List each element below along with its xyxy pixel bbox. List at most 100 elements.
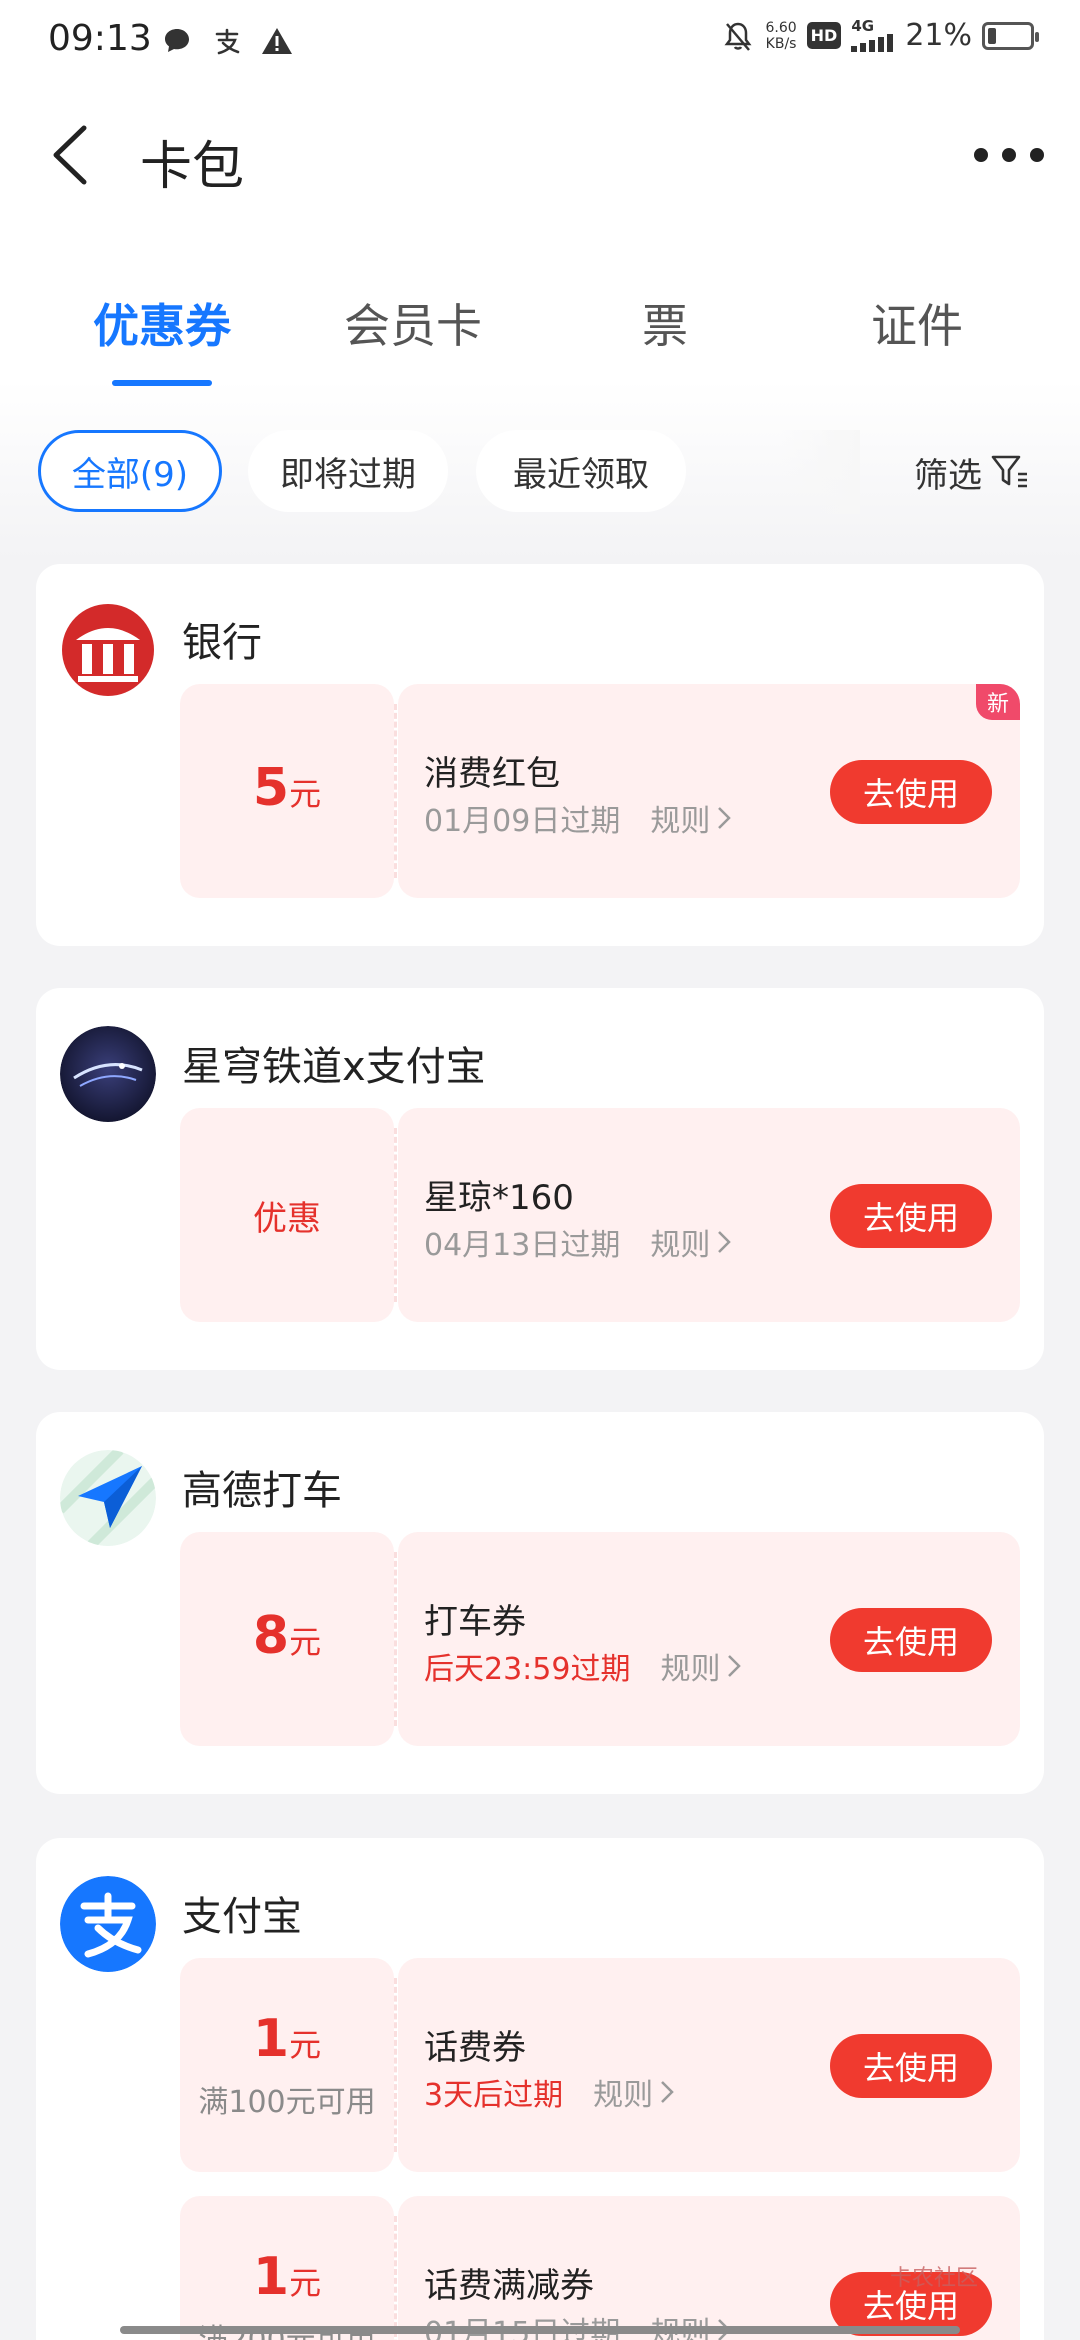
rules-link[interactable]: 规则: [660, 1644, 742, 1688]
watermark: 卡农社区: [890, 2266, 979, 2291]
coupon-amount-unit: 元: [289, 1623, 322, 1661]
filter-funnel-icon: [991, 455, 1027, 488]
coupon-name: 话费券: [424, 2028, 526, 2068]
filter-chip-recent[interactable]: 最近领取: [476, 430, 686, 512]
coupon-amount-value: 5: [252, 758, 290, 818]
more-button[interactable]: [974, 130, 1044, 180]
coupon-divider: [394, 704, 397, 878]
filter-fade: [780, 430, 860, 514]
net-speed-value: 6.60: [765, 19, 797, 36]
header: 卡包: [0, 110, 1080, 200]
coupon-amount-text: 优惠: [253, 1198, 321, 1239]
chevron-left-icon: [53, 125, 87, 185]
rules-link[interactable]: 规则: [650, 796, 732, 840]
coupon-name: 打车券: [424, 1602, 526, 1642]
merchant-card-bank: 银行 5元 消费红包 01月09日过期 规则 去使用 新: [36, 564, 1044, 946]
coupon-name: 星琼*160: [424, 1178, 574, 1218]
more-dot: [1002, 148, 1016, 162]
use-button[interactable]: 去使用: [830, 1184, 992, 1248]
coupon-divider: [394, 2216, 397, 2340]
coupon-value-panel: 8元: [180, 1532, 394, 1746]
bell-muted-icon: [721, 19, 755, 53]
merchant-name: 银行: [182, 620, 262, 666]
coupon-amount: 5元: [253, 758, 321, 824]
tab-documents[interactable]: 证件: [871, 290, 963, 356]
chevron-right-icon: [718, 807, 732, 829]
chevron-right-icon: [718, 1231, 732, 1253]
new-badge: 新: [976, 684, 1020, 720]
hd-badge: HD: [806, 22, 842, 49]
use-button[interactable]: 去使用: [830, 2034, 992, 2098]
coupon-item[interactable]: 1元 满100元可用 话费券 3天后过期 规则 去使用: [180, 1958, 1020, 2172]
merchant-card-star-rail: 星穹铁道x支付宝 优惠 星琼*160 04月13日过期 规则 去使用: [36, 988, 1044, 1370]
status-bar: 09:13 6.60 KB/s HD 4G 21%: [0, 0, 1080, 84]
net-speed-unit: KB/s: [765, 35, 797, 52]
coupon-detail-panel: 消费红包 01月09日过期 规则 去使用 新: [398, 684, 1020, 898]
coupon-min-spend: 满100元可用: [198, 2085, 376, 2120]
filter-chip-expiring[interactable]: 即将过期: [248, 430, 448, 512]
coupon-item[interactable]: 5元 消费红包 01月09日过期 规则 去使用 新: [180, 684, 1020, 898]
battery-icon: [982, 21, 1039, 50]
rules-label: 规则: [650, 804, 711, 839]
battery-percent: 21%: [905, 18, 972, 53]
rules-label: 规则: [593, 2078, 654, 2113]
signal-icon: [851, 34, 894, 52]
use-button[interactable]: 去使用: [830, 1608, 992, 1672]
signal-indicator: 4G: [851, 19, 895, 52]
coupon-value-panel: 5元: [180, 684, 394, 898]
coupon-amount-unit: 元: [289, 2264, 322, 2302]
coupon-amount-unit: 元: [289, 2026, 322, 2064]
coupon-value-panel: 优惠: [180, 1108, 394, 1322]
coupon-divider: [394, 1978, 397, 2152]
filter-button[interactable]: 筛选: [914, 444, 1030, 500]
filter-label: 筛选: [914, 455, 982, 496]
coupon-item[interactable]: 优惠 星琼*160 04月13日过期 规则 去使用: [180, 1108, 1020, 1322]
coupon-expiry: 后天23:59过期: [424, 1652, 631, 1687]
use-button[interactable]: 去使用: [830, 760, 992, 824]
merchant-name: 星穹铁道x支付宝: [182, 1044, 486, 1090]
filter-chip-all[interactable]: 全部(9): [38, 430, 222, 512]
coupon-name: 话费满减券: [424, 2266, 594, 2306]
coupon-value-panel: 1元 满100元可用: [180, 1958, 394, 2172]
coupon-item[interactable]: 8元 打车券 后天23:59过期 规则 去使用: [180, 1532, 1020, 1746]
coupon-amount-value: 1: [252, 2009, 290, 2069]
home-indicator[interactable]: [120, 2326, 960, 2334]
merchant-card-amap-taxi: 高德打车 8元 打车券 后天23:59过期 规则 去使用: [36, 1412, 1044, 1794]
coupon-detail-panel: 星琼*160 04月13日过期 规则 去使用: [398, 1108, 1020, 1322]
status-right: 6.60 KB/s HD 4G 21%: [721, 18, 1039, 53]
coupon-expiry: 04月13日过期: [424, 1228, 621, 1263]
more-dot: [974, 148, 988, 162]
coupon-meta: 04月13日过期 规则: [424, 1220, 732, 1264]
more-dot: [1030, 148, 1044, 162]
tab-coupons[interactable]: 优惠券: [93, 290, 231, 356]
coupon-meta: 后天23:59过期 规则: [424, 1644, 742, 1688]
net-speed: 6.60 KB/s: [765, 20, 796, 52]
tab-membership-cards[interactable]: 会员卡: [344, 290, 482, 356]
coupon-amount-value: 8: [252, 1606, 290, 1666]
rules-label: 规则: [660, 1652, 721, 1687]
coupon-detail-panel: 打车券 后天23:59过期 规则 去使用: [398, 1532, 1020, 1746]
tab-bar: 优惠券 会员卡 票 证件: [0, 290, 1080, 400]
back-button[interactable]: [44, 120, 104, 190]
coupon-divider: [394, 1128, 397, 1302]
message-icon: [160, 24, 194, 58]
star-rail-logo: [60, 1026, 156, 1122]
status-time: 09:13: [48, 18, 152, 59]
coupon-value-panel: 1元 满200元可用: [180, 2196, 394, 2340]
coupon-amount: 8元: [253, 1606, 321, 1672]
coupon-expiry: 01月09日过期: [424, 804, 621, 839]
filter-row: 全部(9) 即将过期 最近领取 筛选: [0, 430, 1080, 514]
coupon-name: 消费红包: [424, 754, 560, 794]
rules-link[interactable]: 规则: [593, 2070, 675, 2114]
tab-tickets[interactable]: 票: [642, 290, 688, 356]
status-left-icons: [160, 24, 294, 58]
coupon-amount-value: 1: [252, 2247, 290, 2307]
chevron-right-icon: [728, 1655, 742, 1677]
battery-fill: [988, 27, 996, 44]
rules-label: 规则: [650, 1228, 711, 1263]
coupon-divider: [394, 1552, 397, 1726]
rules-link[interactable]: 规则: [650, 1220, 732, 1264]
rules-link[interactable]: 规则: [650, 2308, 732, 2340]
coupon-amount: 1元: [253, 2247, 321, 2313]
coupon-meta: 3天后过期 规则: [424, 2070, 675, 2114]
